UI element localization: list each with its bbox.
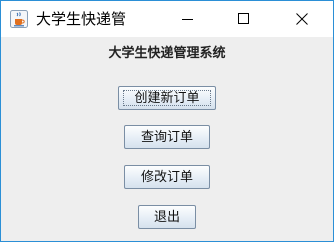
exit-button[interactable]: 退出: [138, 205, 196, 229]
main-panel: 大学生快递管理系统 创建新订单 查询订单 修改订单 退出: [1, 37, 333, 241]
java-cup-icon[interactable]: [10, 10, 28, 28]
maximize-icon: [238, 13, 249, 24]
create-order-button[interactable]: 创建新订单: [118, 86, 216, 110]
app-window: 大学生快递管 大学生快递管理系统 创建新订单 查询订单 修改订单 退出: [0, 0, 334, 242]
title-bar[interactable]: 大学生快递管: [1, 1, 333, 37]
close-button[interactable]: [279, 1, 325, 37]
page-title: 大学生快递管理系统: [108, 46, 226, 61]
maximize-button[interactable]: [221, 1, 267, 37]
minimize-icon: [182, 19, 193, 20]
create-order-label: 创建新订单: [134, 91, 200, 106]
modify-order-label: 修改订单: [140, 170, 193, 185]
close-icon: [296, 13, 308, 25]
query-order-label: 查询订单: [140, 130, 193, 145]
exit-label: 退出: [153, 210, 180, 225]
modify-order-button[interactable]: 修改订单: [124, 165, 210, 189]
query-order-button[interactable]: 查询订单: [124, 125, 210, 149]
window-title: 大学生快递管: [36, 10, 127, 28]
minimize-button[interactable]: [165, 1, 211, 37]
